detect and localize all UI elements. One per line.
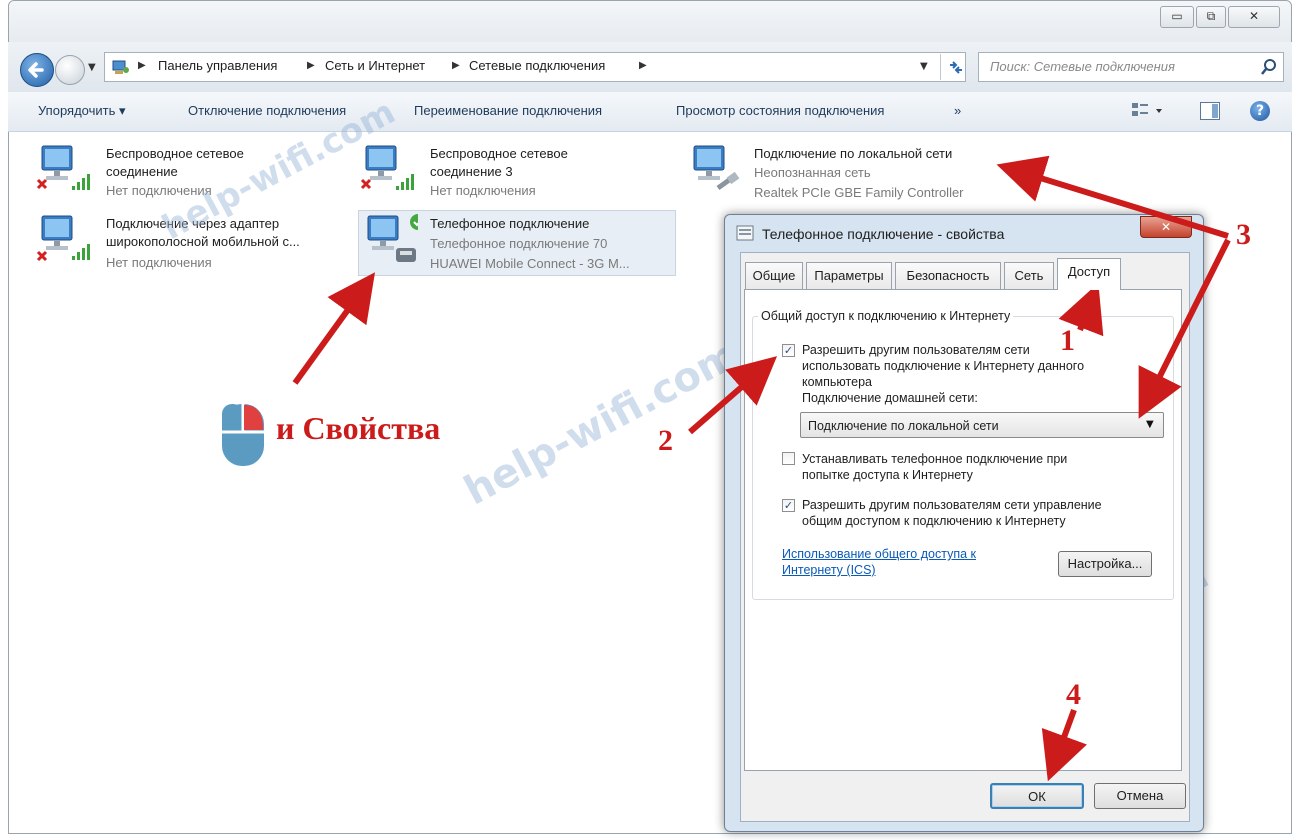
arrow-to-home-network-select [1138, 238, 1231, 419]
arrow-to-checkbox [688, 356, 778, 435]
arrow-to-dialup-item [292, 272, 376, 385]
annotation-arrows [292, 155, 1231, 782]
arrow-to-sharing-tab [1058, 282, 1104, 337]
tab-sharing[interactable]: Доступ [1057, 258, 1121, 290]
step-2-label: 2 [658, 424, 673, 457]
step-1-label: 1 [1060, 324, 1075, 357]
step-3-label: 3 [1236, 218, 1251, 251]
arrow-to-lan-item [996, 155, 1229, 239]
arrow-to-ok-button [1041, 708, 1087, 782]
step-4-label: 4 [1066, 678, 1081, 711]
